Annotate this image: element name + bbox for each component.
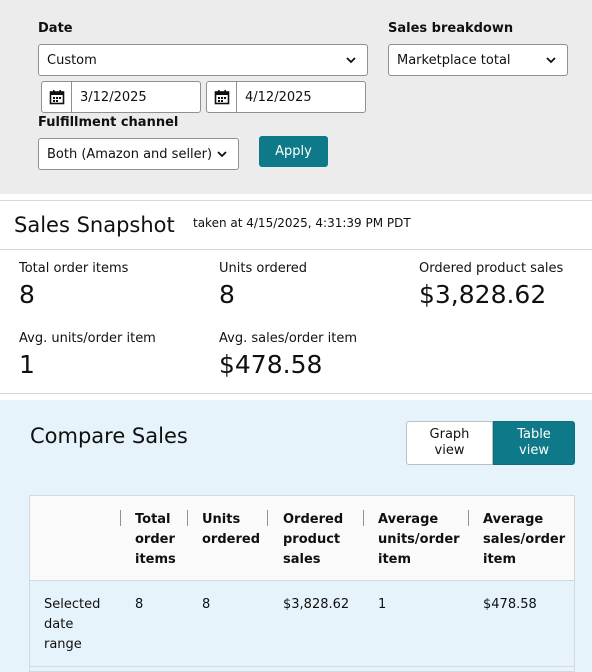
table-row: Selected date range 8 8 $3,828.62 1 $478…: [30, 582, 574, 667]
cell-units-ordered: 8: [202, 597, 211, 612]
compare-sales-title: Compare Sales: [30, 424, 188, 448]
table-view-label: Table view: [517, 427, 551, 458]
apply-button[interactable]: Apply: [259, 136, 328, 167]
table-row: [30, 666, 574, 672]
compare-sales-panel: Compare Sales Graph view Table view Tota…: [0, 400, 592, 672]
calendar-icon[interactable]: [42, 82, 72, 112]
end-date-value: 4/12/2025: [245, 89, 312, 105]
chevron-down-icon: [217, 151, 227, 158]
sales-breakdown-select-value: Marketplace total: [397, 52, 511, 68]
graph-view-label: Graph view: [429, 427, 470, 458]
column-separator: [120, 510, 121, 526]
start-date-field[interactable]: 3/12/2025: [41, 81, 201, 113]
metric-label-avg-units: Avg. units/order item: [19, 331, 156, 346]
cell-avg-sales: $478.58: [483, 597, 537, 612]
chevron-down-icon: [546, 57, 556, 64]
filter-panel: Date Custom 3/12/2025 4/12/2025 Fulfillm…: [0, 0, 592, 194]
header-avg-sales: Average sales/order item: [483, 512, 566, 567]
column-separator: [363, 510, 364, 526]
cell-ordered-product-sales: $3,828.62: [283, 597, 350, 612]
snapshot-header: Sales Snapshot taken at 4/15/2025, 4:31:…: [0, 200, 592, 250]
metric-label-ordered-product-sales: Ordered product sales: [419, 261, 564, 276]
graph-view-button[interactable]: Graph view: [406, 421, 493, 465]
metric-value-avg-units: 1: [19, 350, 35, 379]
table-header: Total order items Units ordered Ordered …: [30, 496, 574, 581]
header-ordered-product-sales: Ordered product sales: [283, 512, 344, 567]
date-range-select[interactable]: Custom: [38, 44, 368, 76]
fulfillment-select-value: Both (Amazon and seller): [47, 146, 213, 162]
sales-breakdown-label: Sales breakdown: [388, 21, 514, 36]
end-date-field[interactable]: 4/12/2025: [206, 81, 366, 113]
metric-value-units-ordered: 8: [219, 280, 235, 309]
header-total-order-items: Total order items: [135, 512, 176, 567]
chevron-down-icon: [346, 57, 356, 64]
sales-breakdown-select[interactable]: Marketplace total: [388, 44, 568, 76]
date-range-select-value: Custom: [47, 52, 97, 68]
date-label: Date: [38, 21, 73, 36]
divider: [0, 393, 592, 394]
table-view-button[interactable]: Table view: [493, 421, 575, 465]
start-date-value: 3/12/2025: [80, 89, 147, 105]
metric-value-total-order-items: 8: [19, 280, 35, 309]
header-units-ordered: Units ordered: [202, 512, 260, 547]
header-avg-units: Average units/order item: [378, 512, 460, 567]
cell-total-order-items: 8: [135, 597, 144, 612]
column-separator: [468, 510, 469, 526]
metric-label-units-ordered: Units ordered: [219, 261, 307, 276]
row-label: Selected date range: [44, 597, 101, 652]
fulfillment-select[interactable]: Both (Amazon and seller): [38, 138, 239, 170]
snapshot-title: Sales Snapshot: [14, 213, 175, 237]
metric-label-total-order-items: Total order items: [19, 261, 129, 276]
metric-label-avg-sales: Avg. sales/order item: [219, 331, 358, 346]
compare-sales-table: Total order items Units ordered Ordered …: [29, 495, 575, 672]
column-separator: [187, 510, 188, 526]
calendar-icon[interactable]: [207, 82, 237, 112]
cell-avg-units: 1: [378, 597, 387, 612]
column-separator: [267, 510, 268, 526]
metric-value-ordered-product-sales: $3,828.62: [419, 280, 547, 309]
snapshot-timestamp: taken at 4/15/2025, 4:31:39 PM PDT: [193, 216, 411, 230]
metric-value-avg-sales: $478.58: [219, 350, 323, 379]
fulfillment-label: Fulfillment channel: [38, 115, 179, 130]
